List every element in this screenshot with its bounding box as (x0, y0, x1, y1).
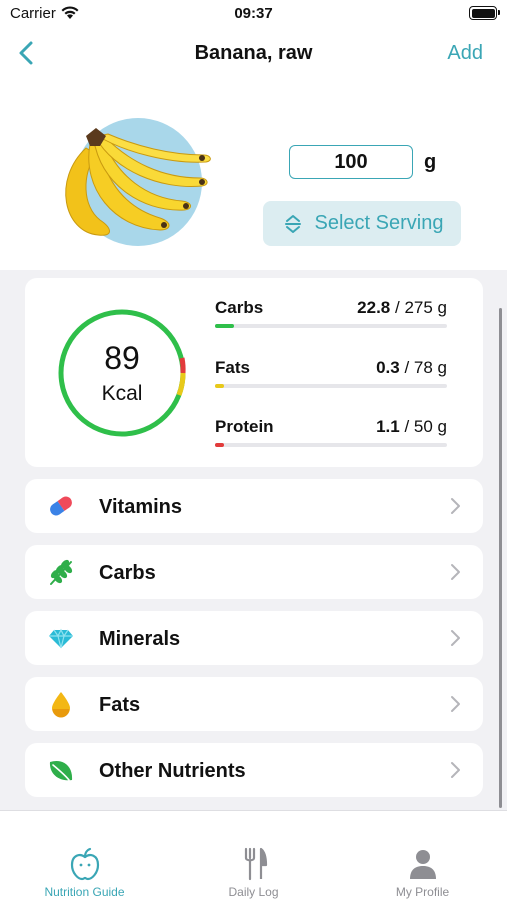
chevron-right-icon (451, 696, 460, 712)
tab-daily-log[interactable]: Daily Log (169, 811, 338, 900)
macro-amount: 0.3 / 78 g (376, 358, 447, 377)
person-icon (409, 850, 436, 879)
quantity-unit: g (424, 151, 437, 173)
nutrient-row-label: Other Nutrients (99, 760, 246, 782)
chevron-right-icon (451, 762, 460, 778)
vertical-scrollbar[interactable] (499, 308, 502, 808)
nutrient-row-label: Minerals (99, 628, 181, 650)
nutrient-row-carbs[interactable]: Carbs (25, 545, 483, 599)
nutrient-row-label: Vitamins (99, 496, 182, 518)
nutrient-row-other-nutrients[interactable]: Other Nutrients (25, 743, 483, 797)
tab-my-profile[interactable]: My Profile (338, 811, 507, 900)
chevron-right-icon (451, 630, 460, 646)
macro-progress-fill (215, 443, 225, 447)
battery-icon (469, 6, 500, 20)
nutrient-row-minerals[interactable]: Minerals (25, 611, 483, 665)
apple-icon (70, 847, 99, 881)
status-time: 09:37 (234, 5, 273, 22)
chevron-right-icon (451, 564, 460, 580)
banana-image (65, 118, 211, 246)
leaf-icon (49, 760, 73, 781)
tab-label: Nutrition Guide (44, 885, 125, 899)
macro-fats: Fats 0.3 / 78 g (215, 358, 447, 398)
macro-progress-fill (215, 324, 235, 328)
calorie-unit: Kcal (101, 382, 143, 405)
macro-name: Fats (215, 358, 250, 377)
pill-icon (50, 496, 72, 516)
macro-protein: Protein 1.1 / 50 g (215, 417, 447, 457)
calorie-value: 89 (104, 340, 140, 376)
tab-label: Daily Log (228, 885, 279, 899)
page-title: Banana, raw (194, 42, 313, 64)
status-bar: Carrier 09:37 (0, 0, 507, 30)
oil-drop-icon (52, 692, 70, 718)
macro-progress-fill (215, 384, 225, 388)
tab-nutrition-guide[interactable]: Nutrition Guide (0, 811, 169, 900)
chevron-right-icon (451, 498, 460, 514)
macro-amount: 1.1 / 50 g (376, 417, 447, 436)
nutrient-row-vitamins[interactable]: Vitamins (25, 479, 483, 533)
fork-knife-icon (244, 847, 267, 881)
serving-selector-icon (284, 214, 301, 233)
wheat-icon (50, 559, 73, 585)
macro-progress-track (215, 324, 447, 328)
select-serving-label: Select Serving (314, 212, 444, 234)
diamond-icon (49, 628, 73, 649)
macro-progress-track (215, 443, 447, 447)
macro-amount: 22.8 / 275 g (357, 298, 447, 317)
nutrition-summary-card: 89 Kcal Carbs 22.8 / 275 g Fats 0.3 / 78… (25, 278, 483, 467)
macro-carbs: Carbs 22.8 / 275 g (215, 298, 447, 338)
quantity-input[interactable] (289, 145, 413, 179)
nutrient-row-label: Carbs (99, 562, 156, 584)
navigation-bar: Banana, raw Add (0, 30, 507, 80)
tab-bar: Nutrition Guide Daily Log My Profile (0, 810, 507, 900)
nutrient-row-label: Fats (99, 694, 141, 716)
nutrition-content[interactable]: 89 Kcal Carbs 22.8 / 275 g Fats 0.3 / 78… (0, 270, 507, 810)
macro-progress-track (215, 384, 447, 388)
macro-name: Carbs (215, 298, 264, 317)
macro-name: Protein (215, 417, 274, 436)
nutrient-row-fats[interactable]: Fats (25, 677, 483, 731)
add-button[interactable]: Add (447, 42, 483, 65)
food-header: g Select Serving (0, 80, 507, 270)
tab-label: My Profile (395, 885, 450, 899)
select-serving-button[interactable]: Select Serving (263, 201, 461, 246)
